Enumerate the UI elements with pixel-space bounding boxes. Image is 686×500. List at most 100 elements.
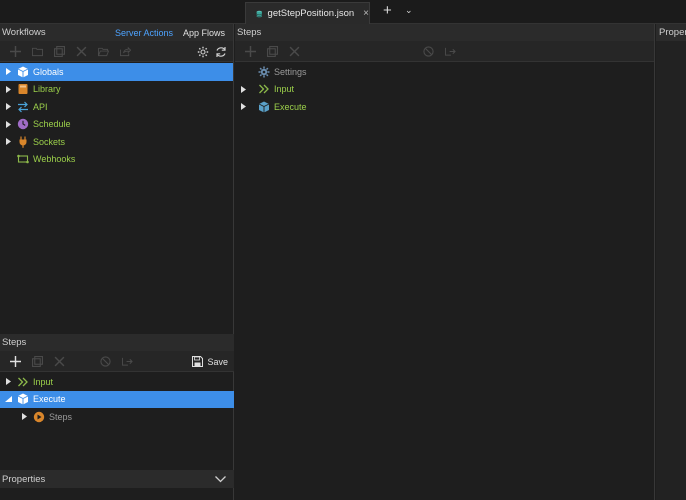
tree-item-execute[interactable]: Execute — [235, 98, 654, 116]
bottom-steps-title: Steps — [2, 337, 27, 348]
plus-icon — [244, 45, 256, 57]
tree-item-globals[interactable]: Globals — [0, 63, 233, 81]
properties-header[interactable]: Properties — [0, 470, 234, 488]
tree-item-api[interactable]: API — [0, 98, 233, 116]
tab-server-actions[interactable]: Server Actions — [115, 28, 173, 38]
tree-item-label: Settings — [274, 66, 307, 77]
move-button[interactable] — [116, 351, 138, 372]
expand-arrow-icon[interactable] — [237, 103, 249, 111]
tree-item-label: Schedule — [33, 119, 71, 130]
chevron-down-icon[interactable]: ⌄ — [405, 5, 413, 16]
exchange-icon — [16, 100, 30, 114]
tree-item-label: Sockets — [33, 136, 66, 147]
copy-icon — [53, 45, 65, 57]
file-tab[interactable]: getStepPosition.json × — [245, 2, 370, 24]
steps-tree: Settings Input Execute — [235, 62, 654, 116]
ban-icon — [99, 355, 111, 367]
tree-item-label: Input — [33, 376, 54, 387]
tree-item-label: Globals — [33, 66, 64, 77]
save-icon — [192, 356, 204, 367]
chevrons-right-icon — [257, 82, 271, 96]
properties-side-title: Proper — [659, 27, 686, 38]
collapse-arrow-icon[interactable] — [2, 396, 14, 403]
expand-arrow-icon[interactable] — [2, 138, 14, 146]
tree-item-input[interactable]: Input — [235, 81, 654, 99]
close-icon[interactable]: × — [363, 8, 369, 19]
tree-item-steps[interactable]: Steps — [0, 408, 234, 426]
delete-button[interactable] — [48, 351, 70, 372]
ban-icon — [422, 45, 434, 57]
steps-toolbar — [235, 41, 654, 62]
expand-arrow-icon[interactable] — [237, 85, 249, 93]
cube-icon — [16, 65, 30, 79]
copy-icon — [266, 45, 278, 57]
gear-icon[interactable] — [197, 46, 209, 58]
plus-icon — [9, 45, 21, 57]
move-button[interactable] — [439, 41, 461, 62]
chevron-down-icon[interactable] — [215, 475, 226, 483]
expand-arrow-icon[interactable] — [18, 413, 30, 421]
workflows-title: Workflows — [2, 27, 46, 38]
properties-panel: Properties — [0, 470, 234, 500]
delete-button[interactable] — [283, 41, 305, 62]
workflows-toolbar — [0, 41, 233, 62]
tree-item-settings[interactable]: Settings — [235, 63, 654, 81]
tab-bar: getStepPosition.json × + ⌄ — [0, 0, 686, 24]
share-icon — [119, 46, 131, 56]
file-tab-title: getStepPosition.json — [267, 8, 355, 19]
add-step-button[interactable] — [239, 41, 261, 62]
tree-item-label: Library — [33, 84, 61, 95]
folder-icon — [31, 47, 43, 56]
properties-side-panel: Proper — [656, 24, 686, 500]
add-step-button[interactable] — [4, 351, 26, 372]
add-tab-button[interactable]: + — [383, 3, 392, 19]
open-button[interactable] — [92, 41, 114, 62]
expand-arrow-icon[interactable] — [2, 378, 14, 386]
save-button[interactable]: Save — [192, 356, 228, 367]
expand-arrow-icon[interactable] — [2, 120, 14, 128]
bottom-steps-panel: Steps Save Input Execute Steps — [0, 334, 234, 426]
duplicate-button[interactable] — [26, 351, 48, 372]
tree-item-sockets[interactable]: Sockets — [0, 133, 233, 151]
duplicate-button[interactable] — [48, 41, 70, 62]
tree-item-webhooks[interactable]: Webhooks — [0, 151, 233, 169]
book-icon — [16, 82, 30, 96]
export-button[interactable] — [114, 41, 136, 62]
copy-icon — [31, 355, 43, 367]
tree-item-label: Execute — [33, 394, 66, 405]
folder-open-icon — [97, 47, 109, 56]
duplicate-button[interactable] — [261, 41, 283, 62]
expand-arrow-icon[interactable] — [2, 68, 14, 76]
tree-item-library[interactable]: Library — [0, 81, 233, 99]
tree-item-input[interactable]: Input — [0, 373, 234, 391]
tree-item-schedule[interactable]: Schedule — [0, 116, 233, 134]
steps-title: Steps — [237, 27, 262, 38]
disable-button[interactable] — [94, 351, 116, 372]
workflows-panel: Workflows Server Actions App Flows Globa… — [0, 24, 234, 500]
workflows-tree: Globals Library API Schedule Sockets Web… — [0, 62, 233, 168]
tree-item-execute[interactable]: Execute — [0, 390, 234, 408]
steps-header: Steps — [235, 24, 654, 41]
delete-button[interactable] — [70, 41, 92, 62]
tree-item-label: Input — [274, 84, 295, 95]
bottom-steps-tree: Input Execute Steps — [0, 372, 234, 426]
add-button[interactable] — [4, 41, 26, 62]
gear-icon — [257, 65, 271, 79]
x-icon — [289, 46, 299, 56]
arrow-right-box-icon — [121, 357, 133, 366]
new-folder-button[interactable] — [26, 41, 48, 62]
plus-icon — [9, 355, 21, 367]
expand-arrow-icon[interactable] — [2, 103, 14, 111]
save-label: Save — [207, 356, 228, 367]
bottom-steps-header: Steps — [0, 334, 234, 351]
properties-title: Properties — [2, 473, 46, 485]
steps-editor-panel: Steps Settings Input Execute — [235, 24, 655, 500]
expand-arrow-icon[interactable] — [2, 85, 14, 93]
bottom-steps-toolbar: Save — [0, 351, 234, 372]
workflows-header: Workflows Server Actions App Flows — [0, 24, 233, 41]
disable-button[interactable] — [417, 41, 439, 62]
arrow-right-box-icon — [444, 47, 456, 56]
tree-item-label: Execute — [274, 101, 307, 112]
tab-app-flows[interactable]: App Flows — [183, 28, 225, 38]
refresh-icon[interactable] — [215, 46, 227, 58]
